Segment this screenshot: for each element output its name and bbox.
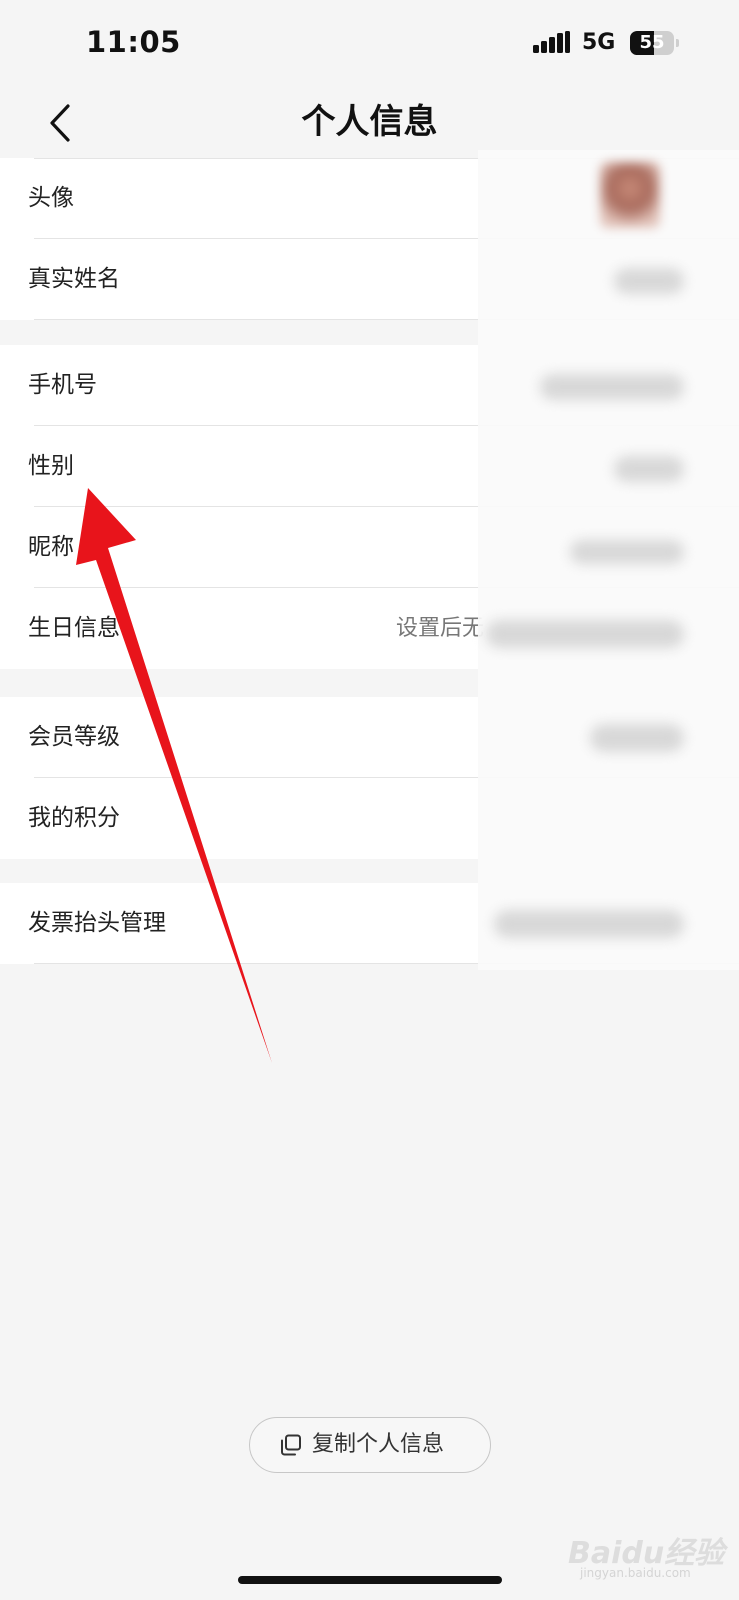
blurred-value — [494, 910, 684, 938]
screen: 11:05 5G 55 个人信息 头像 真实姓名 手机号 性别 昵称 生日信息 … — [0, 0, 739, 1600]
copy-icon — [281, 1434, 301, 1456]
row-label: 真实姓名 — [28, 266, 120, 292]
network-label: 5G — [582, 30, 616, 55]
chevron-left-icon — [50, 104, 70, 142]
row-label: 会员等级 — [28, 724, 120, 750]
row-label: 昵称 — [28, 534, 74, 560]
row-label: 手机号 — [28, 372, 97, 398]
row-label: 我的积分 — [28, 805, 120, 831]
battery-level: 55 — [639, 32, 665, 53]
back-button[interactable] — [40, 96, 84, 150]
row-label: 头像 — [28, 185, 74, 211]
nav-bar: 个人信息 — [0, 88, 739, 158]
status-bar: 11:05 5G 55 — [0, 0, 739, 88]
battery-icon: 55 — [630, 31, 679, 55]
copy-info-label: 复制个人信息 — [312, 1432, 445, 1457]
row-label: 性别 — [28, 453, 74, 479]
blurred-value — [540, 374, 684, 400]
row-label: 发票抬头管理 — [28, 910, 166, 936]
page-title: 个人信息 — [301, 102, 438, 142]
row-value: 设置后无 — [396, 616, 485, 641]
baidu-watermark-url: jingyan.baidu.com — [580, 1566, 691, 1580]
status-time: 11:05 — [86, 25, 181, 59]
blurred-value — [614, 268, 684, 294]
avatar — [600, 162, 660, 228]
copy-info-button[interactable]: 复制个人信息 — [249, 1417, 491, 1473]
blurred-value — [486, 620, 684, 648]
blurred-value — [570, 540, 684, 564]
home-indicator[interactable] — [238, 1576, 502, 1584]
row-label: 生日信息 — [28, 615, 120, 641]
blurred-value — [590, 724, 684, 752]
signal-icon — [533, 31, 570, 53]
blurred-value — [614, 456, 684, 482]
